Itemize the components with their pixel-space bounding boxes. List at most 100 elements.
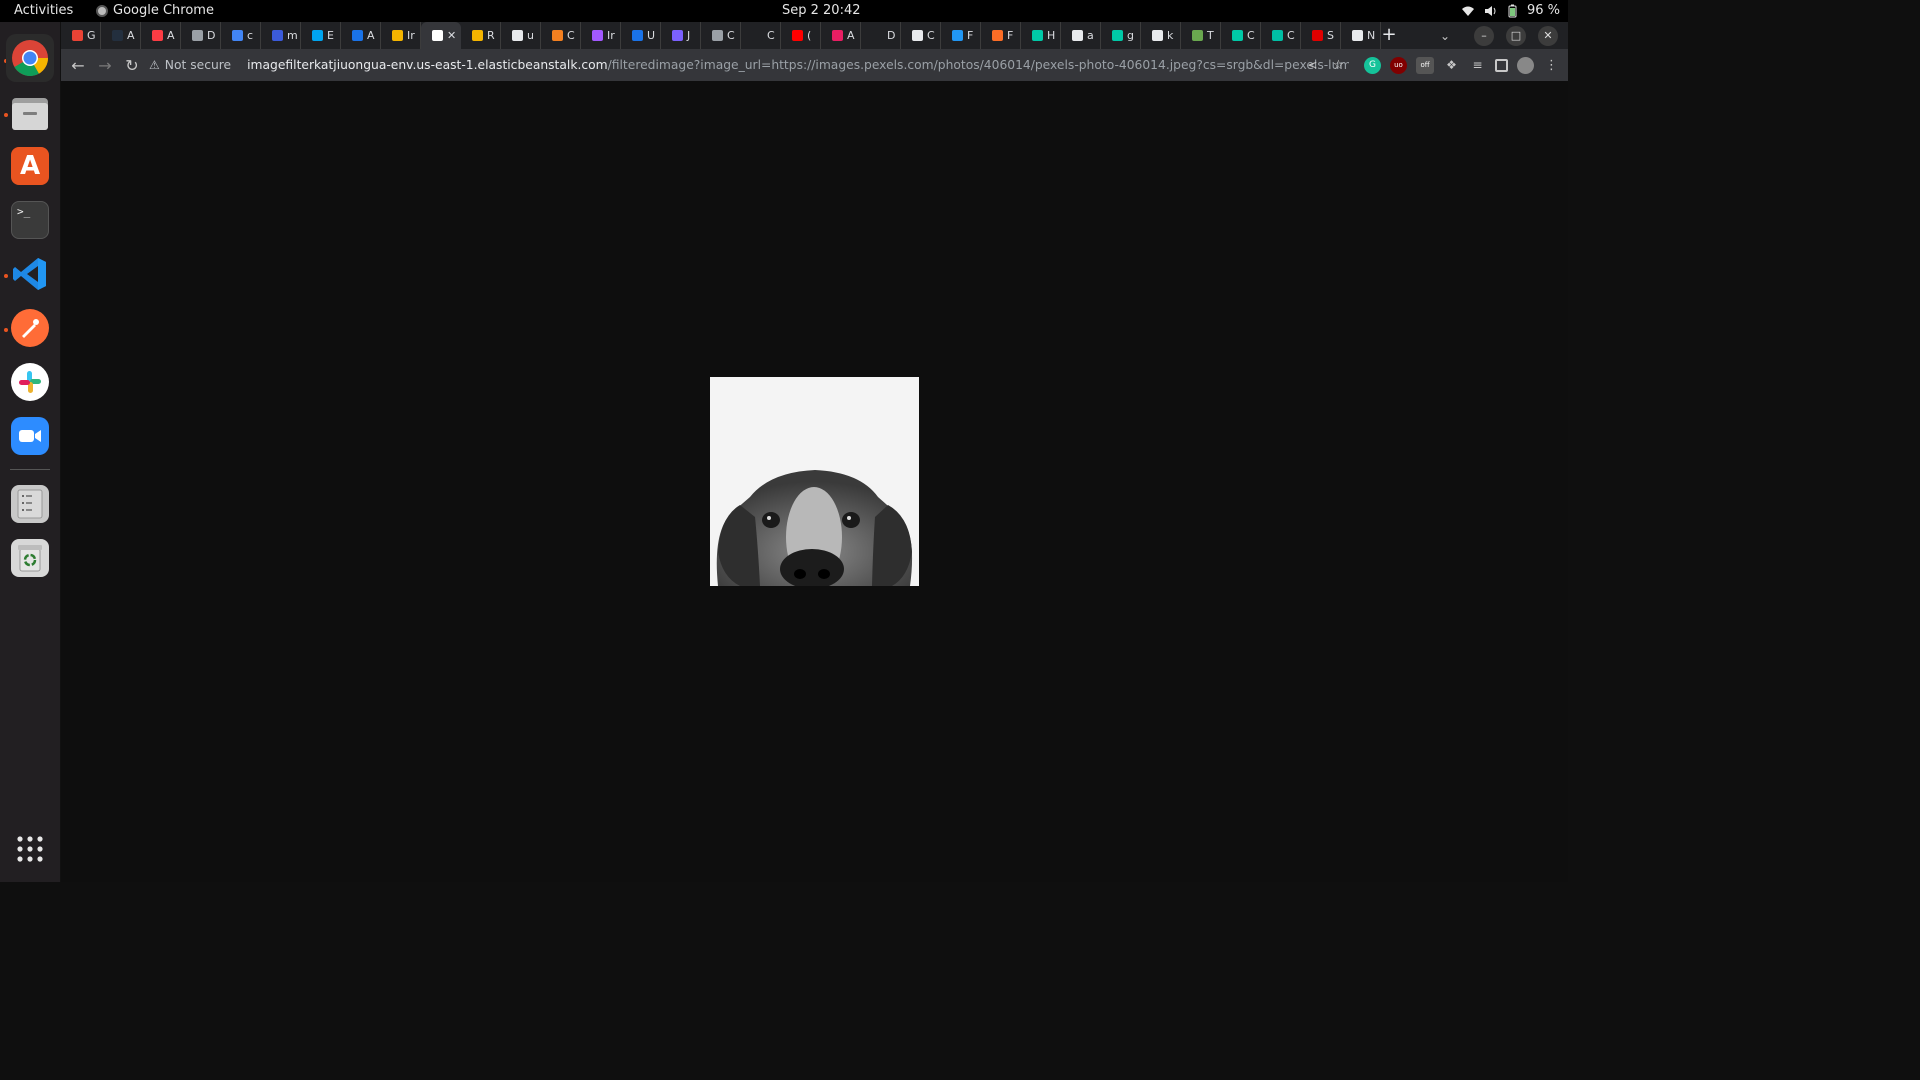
tab-favicon-icon — [552, 30, 563, 41]
browser-tab[interactable]: G — [61, 22, 101, 49]
browser-tab[interactable]: Ir — [581, 22, 621, 49]
dock-vscode[interactable] — [11, 255, 49, 293]
menu-kebab-icon[interactable]: ⋮ — [1543, 57, 1560, 74]
url-host[interactable]: imagefilterkatjiuongua-env.us-east-1.ela… — [247, 58, 608, 72]
browser-tab[interactable]: m — [261, 22, 301, 49]
browser-tab[interactable]: A — [341, 22, 381, 49]
page-viewport — [61, 81, 1568, 882]
dock-terminal[interactable]: >_ — [11, 201, 49, 239]
browser-tab[interactable]: N — [1341, 22, 1381, 49]
browser-tab[interactable]: A — [141, 22, 181, 49]
system-tray[interactable]: 96 % — [1461, 3, 1560, 18]
browser-tab[interactable]: E — [301, 22, 341, 49]
browser-tab[interactable]: u — [501, 22, 541, 49]
browser-tab[interactable]: T — [1181, 22, 1221, 49]
browser-tab[interactable]: k — [1141, 22, 1181, 49]
browser-tab[interactable]: c — [221, 22, 261, 49]
tab-favicon-icon — [512, 30, 523, 41]
address-bar[interactable]: ⚠ Not secure imagefilterkatjiuongua-env.… — [149, 53, 1349, 77]
browser-tab[interactable]: C — [541, 22, 581, 49]
tab-favicon-icon — [1312, 30, 1323, 41]
postman-icon — [22, 319, 39, 338]
restore-button[interactable]: □ — [1506, 25, 1526, 46]
tab-title: Ir — [407, 29, 415, 42]
browser-tab[interactable]: A — [821, 22, 861, 49]
back-icon[interactable]: ← — [65, 52, 91, 78]
security-label[interactable]: Not secure — [165, 58, 231, 72]
browser-tab[interactable]: a — [1061, 22, 1101, 49]
tab-title: E — [327, 29, 334, 42]
browser-tab[interactable]: F — [981, 22, 1021, 49]
dock-show-apps[interactable] — [11, 830, 49, 868]
close-window-button[interactable]: ✕ — [1538, 25, 1558, 46]
filtered-dog-image — [710, 377, 919, 586]
tab-favicon-icon — [432, 30, 443, 41]
tab-title: C — [1287, 29, 1295, 42]
browser-tab[interactable]: J — [661, 22, 701, 49]
dock-zoom[interactable] — [11, 417, 49, 455]
url-path[interactable]: /filteredimage?image_url=https://images.… — [608, 58, 1349, 72]
dock-files[interactable] — [11, 94, 49, 132]
browser-tab[interactable]: F — [941, 22, 981, 49]
new-tab-button[interactable]: + — [1379, 24, 1399, 45]
share-icon[interactable]: < — [1304, 57, 1321, 74]
browser-tab[interactable]: g — [1101, 22, 1141, 49]
forward-icon[interactable]: → — [92, 52, 118, 78]
tab-favicon-icon — [1152, 30, 1163, 41]
dock-postman[interactable] — [11, 309, 49, 347]
tab-favicon-icon — [712, 30, 723, 41]
extensions-puzzle-icon[interactable]: ❖ — [1443, 57, 1460, 74]
trash-icon — [18, 545, 42, 572]
side-panel-icon[interactable] — [1495, 58, 1508, 72]
browser-tab[interactable]: C — [741, 22, 781, 49]
browser-tab[interactable]: C — [701, 22, 741, 49]
browser-tab[interactable]: C — [1261, 22, 1301, 49]
browser-tab[interactable]: Ir — [381, 22, 421, 49]
browser-tab[interactable]: D — [181, 22, 221, 49]
profile-avatar[interactable] — [1517, 56, 1534, 74]
tab-favicon-icon — [1192, 30, 1203, 41]
browser-tab[interactable]: ( — [781, 22, 821, 49]
ublock-icon[interactable]: uo — [1390, 56, 1407, 74]
tab-favicon-icon — [392, 30, 403, 41]
dock-disk[interactable] — [11, 485, 49, 523]
browser-tab[interactable]: C — [1221, 22, 1261, 49]
browser-tab[interactable]: R — [461, 22, 501, 49]
dock-slack[interactable] — [11, 363, 49, 401]
dock-software[interactable]: A — [11, 147, 49, 185]
tab-search-icon[interactable]: ⌄ — [1440, 29, 1450, 43]
browser-tab[interactable]: C — [901, 22, 941, 49]
reading-list-icon[interactable]: ≡ — [1469, 57, 1486, 74]
tab-title: D — [887, 29, 896, 42]
dock-trash[interactable] — [11, 539, 49, 577]
activities-button[interactable]: Activities — [14, 3, 73, 18]
tab-favicon-icon — [1352, 30, 1363, 41]
minimize-button[interactable]: – — [1474, 25, 1494, 46]
dog-photo-illustration — [710, 377, 919, 586]
clock[interactable]: Sep 2 20:42 — [782, 3, 861, 18]
battery-icon — [1508, 4, 1517, 17]
browser-tab[interactable]: A — [101, 22, 141, 49]
tab-title: G — [87, 29, 96, 42]
reload-icon[interactable]: ↻ — [119, 52, 145, 78]
browser-tab[interactable]: D — [861, 22, 901, 49]
browser-tab[interactable]: S — [1301, 22, 1341, 49]
browser-tab[interactable]: H — [1021, 22, 1061, 49]
tab-favicon-icon — [192, 30, 203, 41]
tab-favicon-icon — [352, 30, 363, 41]
browser-tab[interactable]: U — [621, 22, 661, 49]
bookmark-star-icon[interactable]: ☆ — [1330, 57, 1347, 74]
tab-title: F — [967, 29, 974, 42]
tab-favicon-icon — [312, 30, 323, 41]
tab-title: C — [567, 29, 575, 42]
app-menu[interactable]: Google Chrome — [96, 3, 214, 18]
browser-tab[interactable]: ✕ — [421, 22, 461, 49]
dock-chrome[interactable] — [6, 34, 54, 82]
warning-icon[interactable]: ⚠ — [149, 58, 160, 72]
extension-off-icon[interactable]: off — [1416, 56, 1434, 74]
grammarly-icon[interactable]: G — [1364, 56, 1381, 74]
battery-percent: 96 % — [1526, 3, 1560, 18]
tab-title: m — [287, 29, 298, 42]
tab-favicon-icon — [1032, 30, 1043, 41]
dock-separator — [10, 469, 50, 470]
